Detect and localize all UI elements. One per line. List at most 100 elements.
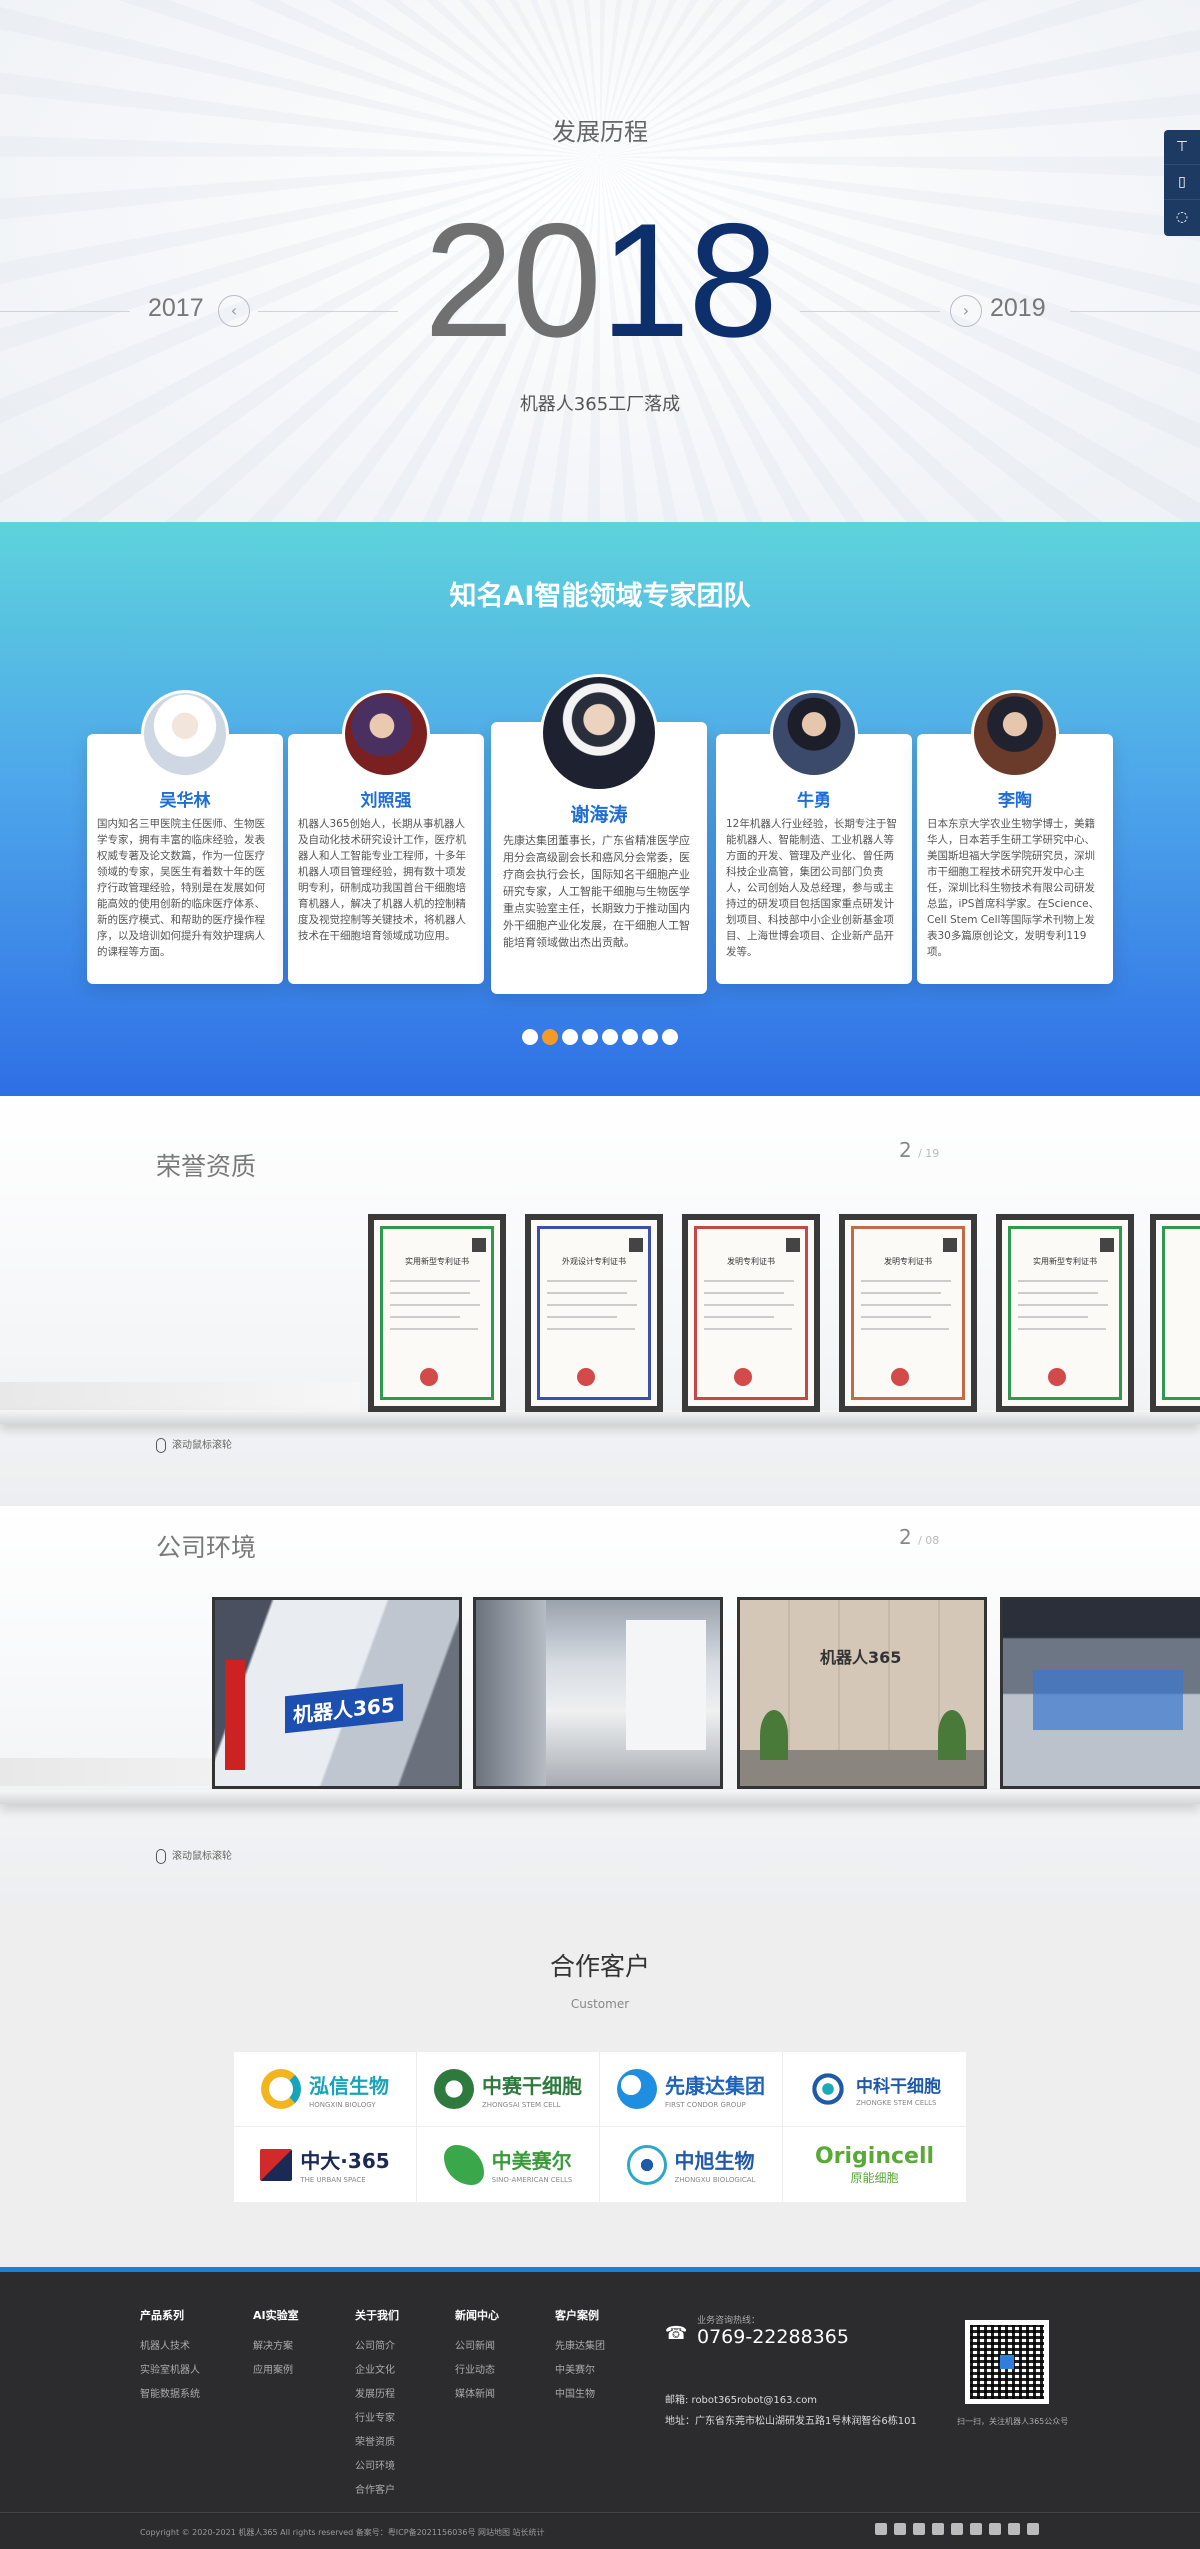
footer-col-head[interactable]: 客户案例 bbox=[555, 2307, 605, 2323]
timeline-right-inner bbox=[800, 311, 940, 312]
footer-link[interactable]: 荣誉资质 bbox=[355, 2433, 399, 2448]
carousel-dot[interactable] bbox=[642, 1029, 658, 1045]
footer-link[interactable]: 行业动态 bbox=[455, 2361, 499, 2376]
customer-logo[interactable]: 中科干细胞 ZHONGKE STEM CELLS bbox=[783, 2052, 966, 2127]
share-icon[interactable] bbox=[1008, 2523, 1020, 2535]
experts-title: 知名AI智能领域专家团队 bbox=[449, 581, 751, 612]
next-arrow-icon[interactable]: › bbox=[950, 295, 982, 327]
footer-link[interactable]: 智能数据系统 bbox=[140, 2385, 200, 2400]
expert-name: 牛勇 bbox=[797, 791, 831, 811]
logo-mark-icon bbox=[808, 2069, 848, 2109]
footer-link[interactable]: 先康达集团 bbox=[555, 2337, 605, 2352]
environment-photo[interactable] bbox=[473, 1597, 723, 1789]
environment-photo[interactable]: 机器人365 bbox=[737, 1597, 987, 1789]
carousel-dot[interactable] bbox=[562, 1029, 578, 1045]
certificate-partial[interactable] bbox=[1150, 1214, 1200, 1412]
footer-link[interactable]: 媒体新闻 bbox=[455, 2385, 499, 2400]
share-icon[interactable] bbox=[913, 2523, 925, 2535]
carousel-dot[interactable] bbox=[662, 1029, 678, 1045]
certificate[interactable]: 实用新型专利证书 bbox=[996, 1214, 1134, 1412]
logo-name: 中美赛尔 bbox=[491, 2149, 572, 2173]
certificate[interactable]: 发明专利证书 bbox=[682, 1214, 820, 1412]
footer-email[interactable]: 邮箱: robot365robot@163.com bbox=[665, 2391, 817, 2406]
share-icon[interactable] bbox=[932, 2523, 944, 2535]
environment-photo[interactable]: 机器人365 bbox=[212, 1597, 462, 1789]
footer-link[interactable]: 行业专家 bbox=[355, 2409, 399, 2424]
next-year[interactable]: 2019 bbox=[990, 294, 1046, 323]
environment-photo[interactable] bbox=[1000, 1597, 1200, 1789]
wechat-icon[interactable]: ◌ bbox=[1164, 200, 1200, 235]
logo-mark-icon bbox=[617, 2069, 657, 2109]
expert-desc: 12年机器人行业经验，长期专注于智能机器人、智能制造、工业机器人等方面的开发、管… bbox=[726, 818, 897, 958]
current-year-prefix: 20 bbox=[423, 190, 602, 371]
expert-avatar bbox=[141, 690, 229, 778]
copyright: Copyright © 2020-2021 机器人365 All rights … bbox=[140, 2528, 545, 2537]
mouse-icon bbox=[156, 1848, 166, 1864]
honors-shelf bbox=[0, 1410, 1200, 1424]
share-icon[interactable] bbox=[951, 2523, 963, 2535]
footer-link[interactable]: 合作客户 bbox=[355, 2481, 399, 2496]
certificate[interactable]: 实用新型专利证书 bbox=[368, 1214, 506, 1412]
footer-link[interactable]: 应用案例 bbox=[253, 2361, 299, 2376]
footer-link[interactable]: 发展历程 bbox=[355, 2385, 399, 2400]
phone-icon[interactable]: ▯ bbox=[1164, 165, 1200, 200]
footer-share-icons bbox=[875, 2523, 1039, 2535]
footer-link[interactable]: 公司简介 bbox=[355, 2337, 399, 2352]
carousel-dot[interactable] bbox=[602, 1029, 618, 1045]
footer-link[interactable]: 企业文化 bbox=[355, 2361, 399, 2376]
certificate[interactable]: 外观设计专利证书 bbox=[525, 1214, 663, 1412]
footer-col-head[interactable]: 关于我们 bbox=[355, 2307, 399, 2323]
floating-sidebar: ⊤ ▯ ◌ bbox=[1164, 130, 1200, 236]
environment-shelf bbox=[0, 1790, 1200, 1804]
footer-link[interactable]: 实验室机器人 bbox=[140, 2361, 200, 2376]
logo-name: 中科干细胞 bbox=[856, 2076, 941, 2097]
logo-mark-icon bbox=[626, 2144, 667, 2185]
customer-logo[interactable]: 中美赛尔 SINO-AMERICAN CELLS bbox=[417, 2127, 600, 2202]
carousel-dot-active[interactable] bbox=[542, 1029, 558, 1045]
footer-link[interactable]: 中美赛尔 bbox=[555, 2361, 605, 2376]
env-page-current: 2 bbox=[899, 1525, 912, 1549]
customer-logo[interactable]: 中赛干细胞 ZHONGSAI STEM CELL bbox=[417, 2052, 600, 2127]
customer-logo[interactable]: 中旭生物 ZHONGXU BIOLOGICAL bbox=[600, 2127, 783, 2202]
footer-link[interactable]: 解决方案 bbox=[253, 2337, 299, 2352]
footer-col-head[interactable]: 新闻中心 bbox=[455, 2307, 499, 2323]
customer-logo[interactable]: 先康达集团 FIRST CONDOR GROUP bbox=[600, 2052, 783, 2127]
carousel-dot[interactable] bbox=[582, 1029, 598, 1045]
share-icon[interactable] bbox=[989, 2523, 1001, 2535]
back-to-top-icon[interactable]: ⊤ bbox=[1164, 130, 1200, 165]
logo-name: 泓信生物 bbox=[309, 2073, 389, 2098]
logo-name: 中旭生物 bbox=[674, 2149, 755, 2173]
logo-en: ZHONGSAI STEM CELL bbox=[482, 2100, 561, 2109]
footer-column: 关于我们 公司简介 企业文化 发展历程 行业专家 荣誉资质 公司环境 合作客户 bbox=[355, 2307, 399, 2505]
carousel-dot[interactable] bbox=[622, 1029, 638, 1045]
customer-logo[interactable]: 中大·365 THE URBAN SPACE bbox=[234, 2127, 417, 2202]
honors-scroll-hint: 滚动鼠标滚轮 bbox=[156, 1436, 232, 1453]
customer-logo[interactable]: 泓信生物 HONGXIN BIOLOGY bbox=[234, 2052, 417, 2127]
qr-code bbox=[965, 2320, 1049, 2404]
carousel-dot[interactable] bbox=[522, 1029, 538, 1045]
qr-caption: 扫一扫，关注机器人365公众号 bbox=[957, 2417, 1069, 2426]
footer-link[interactable]: 机器人技术 bbox=[140, 2337, 200, 2352]
share-icon[interactable] bbox=[875, 2523, 887, 2535]
footer-link[interactable]: 公司环境 bbox=[355, 2457, 399, 2472]
footer-col-head[interactable]: AI实验室 bbox=[253, 2307, 299, 2323]
carousel-dots bbox=[522, 1029, 678, 1047]
expert-name: 吴华林 bbox=[159, 791, 211, 811]
scroll-hint-text: 滚动鼠标滚轮 bbox=[172, 1851, 232, 1862]
certificate[interactable]: 发明专利证书 bbox=[839, 1214, 977, 1412]
cert-seal bbox=[734, 1368, 752, 1386]
phone-icon: ☎ bbox=[665, 2323, 688, 2344]
logo-en: THE URBAN SPACE bbox=[300, 2176, 366, 2184]
logo-mark-icon bbox=[261, 2069, 301, 2109]
footer-link[interactable]: 公司新闻 bbox=[455, 2337, 499, 2352]
share-icon[interactable] bbox=[970, 2523, 982, 2535]
footer-link[interactable]: 中国生物 bbox=[555, 2385, 605, 2400]
share-icon[interactable] bbox=[894, 2523, 906, 2535]
share-icon[interactable] bbox=[1027, 2523, 1039, 2535]
customer-logo[interactable]: Origincell 原能细胞 bbox=[783, 2127, 966, 2202]
logo-en: ZHONGKE STEM CELLS bbox=[856, 2098, 937, 2107]
footer-col-head[interactable]: 产品系列 bbox=[140, 2307, 200, 2323]
history-event: 机器人365工厂落成 bbox=[519, 394, 681, 415]
hotline-number[interactable]: 0769-22288365 bbox=[697, 2326, 849, 2348]
footer-column: 产品系列 机器人技术 实验室机器人 智能数据系统 bbox=[140, 2307, 200, 2409]
